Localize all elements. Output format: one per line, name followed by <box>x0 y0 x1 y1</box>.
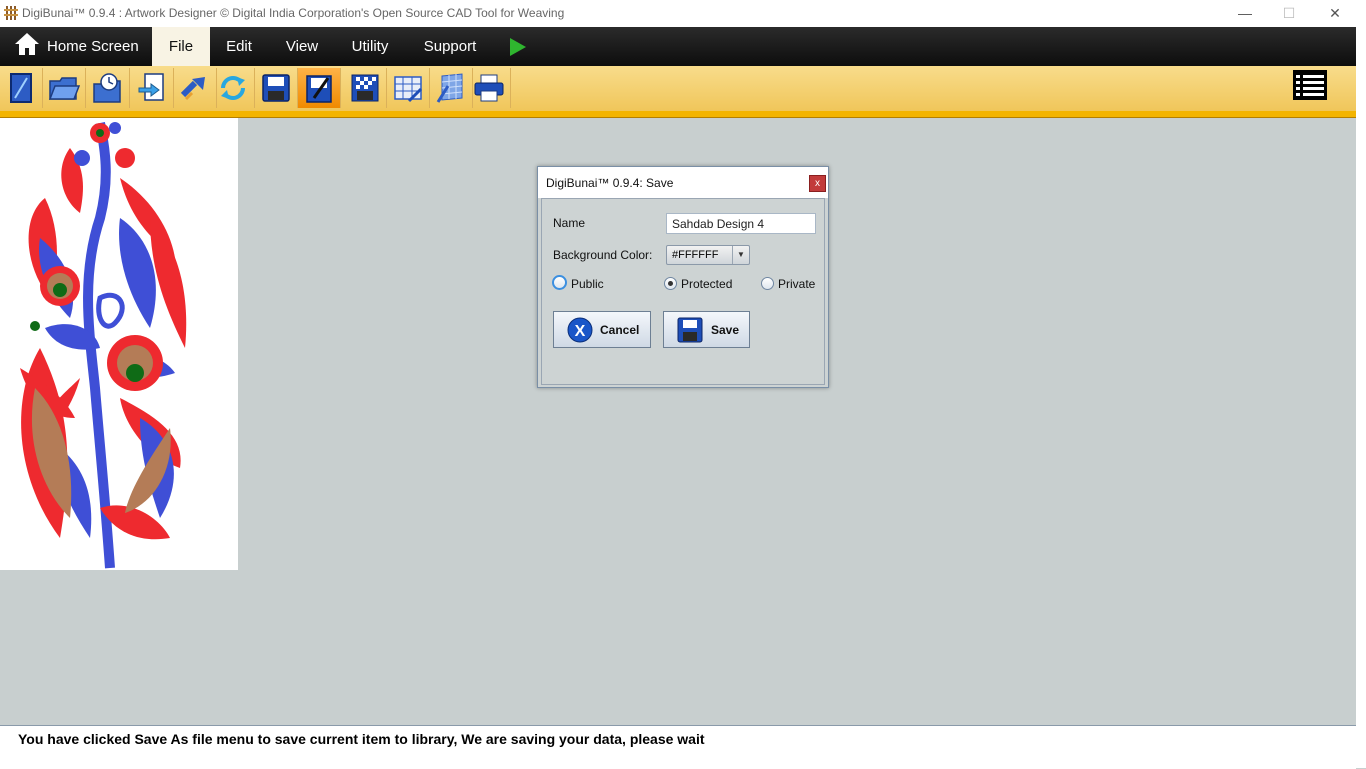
name-input[interactable] <box>666 213 816 234</box>
refresh-icon <box>221 76 245 100</box>
save-icon <box>262 74 290 102</box>
save-grid-icon <box>394 76 423 103</box>
save-as-icon <box>306 75 332 103</box>
name-label: Name <box>553 216 586 230</box>
save-as-button[interactable] <box>298 68 341 108</box>
dialog-title-bar[interactable]: DigiBunai™ 0.9.4: Save x <box>538 167 828 198</box>
menu-edit[interactable]: Edit <box>214 27 264 66</box>
home-screen-label: Home Screen <box>47 38 139 55</box>
menu-file[interactable]: File <box>152 27 210 66</box>
home-screen-menu[interactable]: Home Screen <box>0 27 152 66</box>
import-button[interactable] <box>131 68 174 108</box>
play-icon[interactable] <box>509 37 527 57</box>
import-icon <box>138 73 164 101</box>
chevron-down-icon: ▼ <box>732 246 749 264</box>
open-folder-icon <box>48 77 80 100</box>
digibunai-logo-icon <box>4 6 18 20</box>
list-menu-button[interactable] <box>1293 70 1327 100</box>
print-icon <box>474 74 504 102</box>
open-file-button[interactable] <box>43 68 86 108</box>
print-button[interactable] <box>468 68 511 108</box>
save-dialog: DigiBunai™ 0.9.4: Save x Name Background… <box>537 166 829 388</box>
toolbar <box>0 66 1356 112</box>
paisley-artwork <box>20 122 187 569</box>
edit-pattern-button[interactable] <box>430 68 473 108</box>
window-title-bar: DigiBunai™ 0.9.4 : Artwork Designer © Di… <box>0 0 1366 28</box>
dialog-title: DigiBunai™ 0.9.4: Save <box>546 176 674 190</box>
svg-text:X: X <box>575 323 586 340</box>
save-label: Save <box>711 323 740 337</box>
maximize-button[interactable]: ☐ <box>1266 0 1312 27</box>
window-title: DigiBunai™ 0.9.4 : Artwork Designer © Di… <box>22 6 565 20</box>
export-button[interactable] <box>174 68 217 108</box>
save-texture-button[interactable] <box>344 68 387 108</box>
private-radio[interactable] <box>761 277 774 290</box>
status-bar: You have clicked Save As file menu to sa… <box>0 725 1356 769</box>
menu-bar: Home Screen File Edit View Utility Suppo… <box>0 27 1356 66</box>
status-message: You have clicked Save As file menu to sa… <box>18 731 705 747</box>
list-menu-icon <box>1296 75 1324 96</box>
save-dialog-button[interactable]: Save <box>663 311 750 348</box>
cancel-icon: X <box>567 317 593 343</box>
new-file-button[interactable] <box>0 68 43 108</box>
floppy-save-icon <box>677 317 703 343</box>
edit-pattern-icon <box>436 73 463 103</box>
background-color-value: #FFFFFF <box>672 249 719 261</box>
protected-label: Protected <box>681 277 733 291</box>
menu-view[interactable]: View <box>276 27 328 66</box>
private-label: Private <box>778 277 816 291</box>
close-window-button[interactable]: ✕ <box>1312 0 1358 27</box>
recent-files-button[interactable] <box>87 68 130 108</box>
export-icon <box>180 77 205 101</box>
menu-support[interactable]: Support <box>414 27 486 66</box>
home-icon <box>15 33 39 55</box>
background-color-select[interactable]: #FFFFFF ▼ <box>666 245 750 265</box>
refresh-button[interactable] <box>212 68 255 108</box>
save-button[interactable] <box>255 68 298 108</box>
right-edge-panel <box>1356 27 1366 768</box>
design-canvas[interactable] <box>0 118 238 570</box>
save-texture-icon <box>351 74 379 102</box>
background-color-label: Background Color: <box>553 248 653 262</box>
save-grid-button[interactable] <box>387 68 430 108</box>
new-file-icon <box>10 73 32 103</box>
toolbar-accent-stripe <box>0 111 1356 118</box>
public-label: Public <box>571 277 604 291</box>
public-radio[interactable] <box>552 275 567 290</box>
minimize-button[interactable]: — <box>1222 0 1268 27</box>
cancel-button[interactable]: X Cancel <box>553 311 651 348</box>
recent-folder-icon <box>93 73 121 103</box>
dialog-close-button[interactable]: x <box>809 175 826 192</box>
protected-radio[interactable] <box>664 277 677 290</box>
cancel-label: Cancel <box>600 323 640 337</box>
menu-utility[interactable]: Utility <box>340 27 400 66</box>
dialog-body: Name Background Color: #FFFFFF ▼ Public … <box>541 198 825 385</box>
